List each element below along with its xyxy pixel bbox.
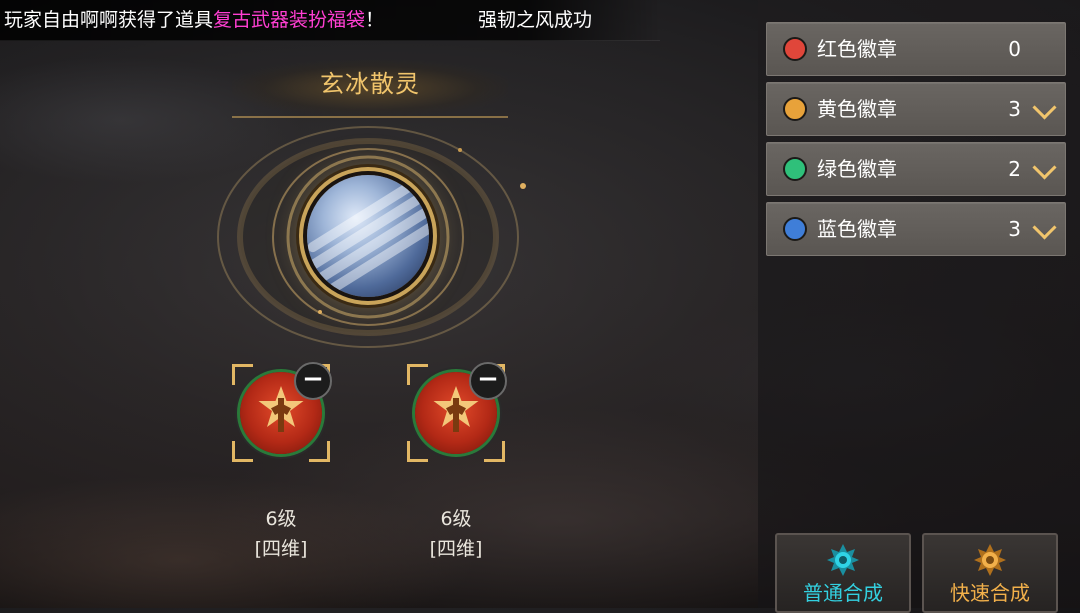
badge-label: 绿色徽章 xyxy=(817,157,897,181)
announcement-second: 强韧之风成功 xyxy=(478,9,593,31)
slot-level: 6级 xyxy=(265,508,297,530)
announcement-marquee: 玩家自由啊啊获得了道具复古武器装扮福袋！ 强韧之风成功 xyxy=(0,0,660,41)
slot-type: [四维] xyxy=(254,538,308,560)
badge-count: 2 xyxy=(1008,157,1021,181)
normal-synthesis-label: 普通合成 xyxy=(803,581,883,605)
announcement-text: 玩家自由啊啊获得了道具复古武器装扮福袋！ xyxy=(4,0,384,40)
announcement-prefix: 玩家自由啊啊获得了道具 xyxy=(4,9,214,31)
badge-count: 0 xyxy=(1008,37,1021,61)
announcement-item-name: 复古武器装扮福袋 xyxy=(213,9,366,31)
remove-button[interactable]: − xyxy=(294,362,332,400)
material-slot-1[interactable]: − xyxy=(232,362,332,462)
announcement-suffix: ！ xyxy=(365,9,385,31)
sun-icon xyxy=(974,544,1006,576)
result-item-title: 玄冰散灵 xyxy=(320,70,420,98)
blue-dot-icon xyxy=(783,217,807,241)
yellow-dot-icon xyxy=(783,97,807,121)
badge-count: 3 xyxy=(1008,217,1021,241)
badge-label: 蓝色徽章 xyxy=(817,217,897,241)
normal-synthesis-button[interactable]: 普通合成 xyxy=(775,533,911,613)
badge-label: 黄色徽章 xyxy=(817,97,897,121)
quick-synthesis-label: 快速合成 xyxy=(950,581,1030,605)
slot-1-info: 6级 [四维] xyxy=(221,504,341,564)
quick-synthesis-button[interactable]: 快速合成 xyxy=(922,533,1058,613)
red-dot-icon xyxy=(783,37,807,61)
slot-corner xyxy=(407,441,428,462)
slot-corner xyxy=(309,441,330,462)
orb-texture xyxy=(307,175,429,297)
green-dot-icon xyxy=(783,157,807,181)
badge-label: 红色徽章 xyxy=(817,37,897,61)
chevron-down-icon[interactable] xyxy=(1032,215,1057,240)
slot-level: 6级 xyxy=(440,508,472,530)
slot-2-info: 6级 [四维] xyxy=(396,504,516,564)
badge-row-blue[interactable]: 蓝色徽章 3 xyxy=(766,202,1066,256)
badge-row-yellow[interactable]: 黄色徽章 3 xyxy=(766,82,1066,136)
badge-row-green[interactable]: 绿色徽章 2 xyxy=(766,142,1066,196)
badge-count: 3 xyxy=(1008,97,1021,121)
slot-corner xyxy=(407,364,428,385)
slot-type: [四维] xyxy=(429,538,483,560)
material-slot-2[interactable]: − xyxy=(407,362,507,462)
slot-corner xyxy=(232,441,253,462)
slot-corner xyxy=(232,364,253,385)
remove-button[interactable]: − xyxy=(469,362,507,400)
snowflake-icon xyxy=(827,544,859,576)
slot-corner xyxy=(484,441,505,462)
badge-row-red[interactable]: 红色徽章 0 xyxy=(766,22,1066,76)
chevron-down-icon[interactable] xyxy=(1032,95,1057,120)
chevron-down-icon[interactable] xyxy=(1032,155,1057,180)
